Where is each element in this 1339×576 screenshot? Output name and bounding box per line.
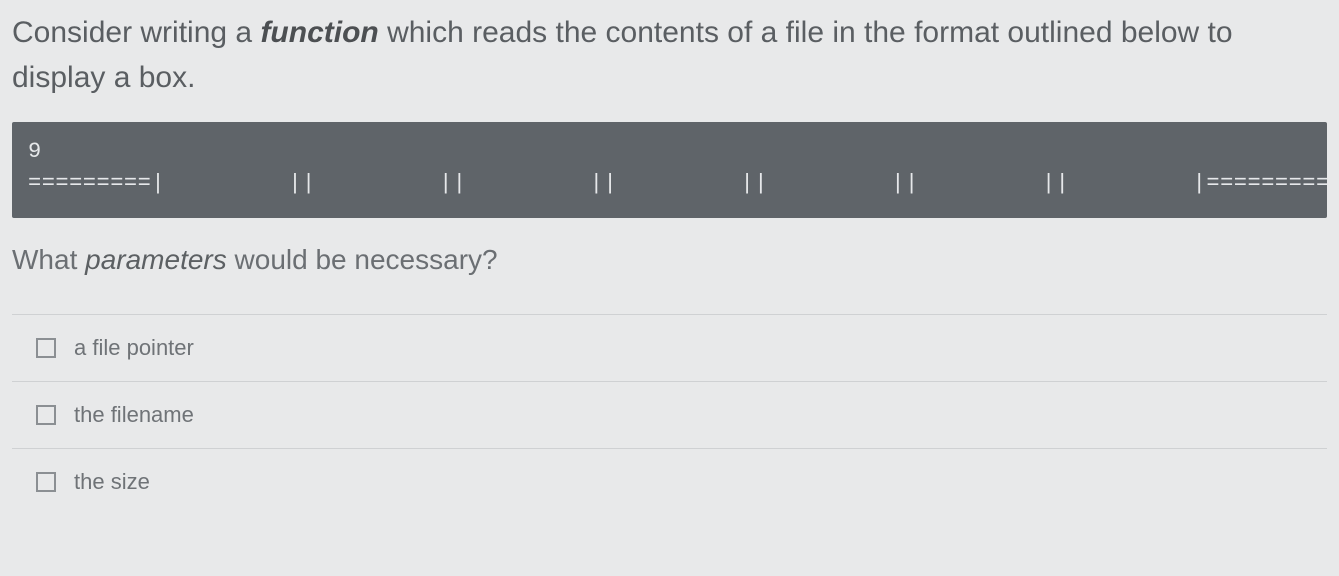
code-line-1: 9 xyxy=(28,139,42,164)
option-size[interactable]: the size xyxy=(12,449,1327,515)
question-em: function xyxy=(260,16,378,49)
subq-post: would be necessary? xyxy=(227,244,498,275)
subq-pre: What xyxy=(12,244,85,275)
option-label: the filename xyxy=(74,402,194,428)
option-filename[interactable]: the filename xyxy=(12,382,1327,449)
options-list: a file pointer the filename the size xyxy=(12,314,1327,515)
checkbox-icon[interactable] xyxy=(36,405,56,425)
question-prompt: Consider writing a function which reads … xyxy=(12,10,1327,100)
code-line-2: =========| || || || || || || |========= xyxy=(28,171,1327,196)
question-pre: Consider writing a xyxy=(12,16,260,49)
option-label: a file pointer xyxy=(74,335,194,361)
option-file-pointer[interactable]: a file pointer xyxy=(12,315,1327,382)
sub-question: What parameters would be necessary? xyxy=(12,244,1327,276)
code-block: 9 =========| || || || || || || |========… xyxy=(12,122,1327,218)
option-label: the size xyxy=(74,469,150,495)
checkbox-icon[interactable] xyxy=(36,472,56,492)
checkbox-icon[interactable] xyxy=(36,338,56,358)
subq-em: parameters xyxy=(85,244,227,275)
